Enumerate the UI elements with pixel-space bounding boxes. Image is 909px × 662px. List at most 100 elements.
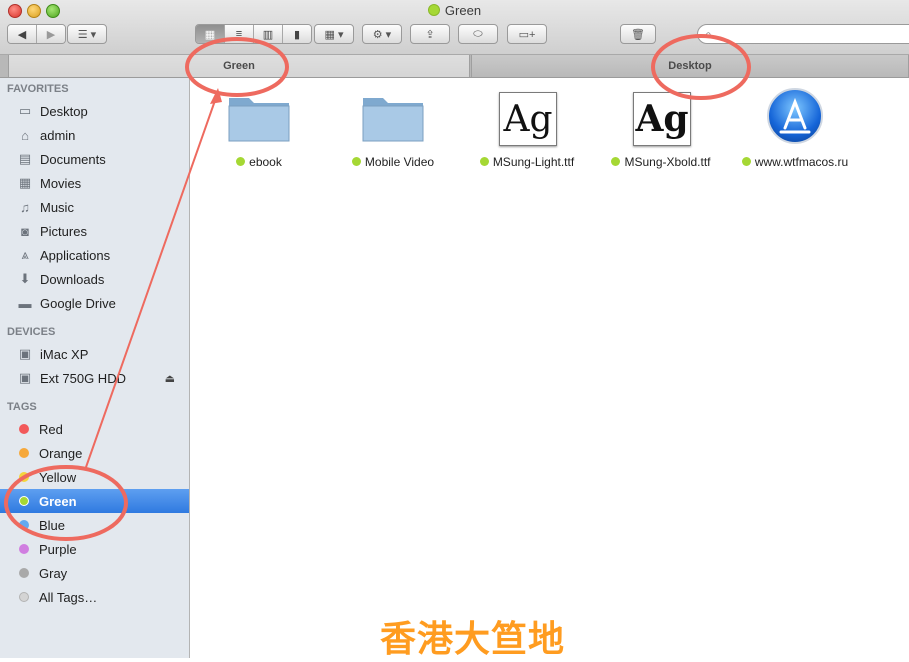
tab-green[interactable]: Green <box>8 55 470 77</box>
tags-header: TAGS <box>7 401 37 413</box>
coverflow-view-button[interactable]: ▮ <box>283 25 311 43</box>
action-button[interactable]: ⚙ ▾ <box>362 24 402 44</box>
file-name: MSung-Light.ttf <box>492 155 575 169</box>
sidebar-item-movies[interactable]: ▦ Movies <box>0 171 189 195</box>
home-icon: ⌂ <box>21 127 29 143</box>
back-forward-control: ◀ ▶ <box>7 24 66 44</box>
sidebar-item-tag-blue[interactable]: Blue <box>0 513 189 537</box>
tab-desktop-label: Desktop <box>668 60 712 72</box>
file-label: Mobile Video <box>328 155 458 169</box>
column-view-button[interactable]: ▥ <box>254 25 283 43</box>
edit-tags-button[interactable]: ⬭ <box>458 24 498 44</box>
sidebar-item-label: iMac XP <box>40 346 89 362</box>
sidebar-item-pictures[interactable]: ◙ Pictures <box>0 219 189 243</box>
sidebar-item-ext-750g-hdd[interactable]: ▣ Ext 750G HDD ⏏ <box>0 366 189 390</box>
sidebar-item-label: Green <box>39 493 77 509</box>
file-name: MSung-Xbold.ttf <box>624 155 711 169</box>
file-item-wtfmacos[interactable]: www.wtfmacos.ru <box>730 88 860 178</box>
window-toolbar: Green ◀ ▶ ☰ ▾ ▦ ≡ ▥ ▮ ▦ ▾ ⚙ ▾ ⇪ ⬭ ▭+ 🗑 ⌕ <box>0 0 909 55</box>
sidebar-item-tag-red[interactable]: Red <box>0 417 189 441</box>
pictures-icon: ◙ <box>21 223 29 239</box>
sidebar-item-all-tags[interactable]: All Tags… <box>0 585 189 609</box>
sidebar-item-tag-orange[interactable]: Orange <box>0 441 189 465</box>
eject-icon[interactable]: ⏏ <box>165 372 175 385</box>
tab-bar: Green Desktop <box>0 55 909 78</box>
sidebar-item-admin[interactable]: ⌂ admin <box>0 123 189 147</box>
downloads-icon: ⬇ <box>19 271 31 286</box>
back-button[interactable]: ◀ <box>8 25 37 43</box>
tag-icon: ⬭ <box>473 27 483 40</box>
file-item-mobile-video[interactable]: Mobile Video <box>328 88 458 178</box>
share-icon: ⇪ <box>425 28 435 41</box>
sidebar-item-tag-purple[interactable]: Purple <box>0 537 189 561</box>
sidebar-item-label: All Tags… <box>39 589 98 605</box>
grid-icon: ▦ <box>204 28 216 41</box>
sidebar-item-applications[interactable]: ⩓ Applications <box>0 243 189 267</box>
sidebar-item-imac-xp[interactable]: ▣ iMac XP <box>0 342 189 366</box>
file-browser-content: ebook Mobile Video Ag MSung-Light.ttf Ag… <box>190 78 909 658</box>
new-folder-button[interactable]: ▭+ <box>507 24 547 44</box>
all-tags-icon <box>19 592 29 602</box>
sidebar-item-tag-gray[interactable]: Gray <box>0 561 189 585</box>
font-file-icon: Ag <box>495 88 559 148</box>
gear-icon: ⚙ ▾ <box>372 28 392 41</box>
list-icon: ≡ <box>235 28 243 40</box>
green-tag-icon <box>427 4 440 16</box>
blue-tag-icon <box>19 520 29 530</box>
sidebar-item-documents[interactable]: ▤ Documents <box>0 147 189 171</box>
icon-view-button[interactable]: ▦ <box>196 25 225 43</box>
file-name: Mobile Video <box>364 155 435 169</box>
file-label: ebook <box>194 155 324 169</box>
columns-icon: ▥ <box>262 28 274 41</box>
font-preview: Ag <box>633 92 691 146</box>
file-label: MSung-Xbold.ttf <box>596 155 726 169</box>
list-menu-icon: ☰ ▾ <box>77 28 97 41</box>
sidebar-item-downloads[interactable]: ⬇ Downloads <box>0 267 189 291</box>
file-label: www.wtfmacos.ru <box>730 155 860 169</box>
app-store-icon <box>763 88 827 148</box>
green-tag-icon <box>741 157 751 166</box>
sidebar-item-label: Pictures <box>40 223 87 239</box>
arrange-menu-button[interactable]: ☰ ▾ <box>67 24 107 44</box>
forward-button[interactable]: ▶ <box>37 25 65 43</box>
sidebar-item-tag-yellow[interactable]: Yellow <box>0 465 189 489</box>
sidebar-item-label: Google Drive <box>40 295 116 311</box>
sidebar-item-label: Gray <box>39 565 68 581</box>
file-name: ebook <box>249 155 282 169</box>
file-label: MSung-Light.ttf <box>462 155 592 169</box>
file-item-msung-light[interactable]: Ag MSung-Light.ttf <box>462 88 592 178</box>
sidebar-item-label: Desktop <box>40 103 88 119</box>
sidebar-item-music[interactable]: ♫ Music <box>0 195 189 219</box>
sidebar-item-label: Movies <box>40 175 82 191</box>
favorites-header: FAVORITES <box>7 83 69 95</box>
list-view-button[interactable]: ≡ <box>225 25 254 43</box>
movies-icon: ▦ <box>18 175 32 190</box>
watermark-text: 香港大笪地 <box>380 619 566 660</box>
green-tag-icon <box>611 157 621 166</box>
sidebar-item-label: Downloads <box>40 271 105 287</box>
forward-arrow-icon: ▶ <box>46 28 56 41</box>
coverflow-icon: ▮ <box>293 28 301 41</box>
devices-header: DEVICES <box>7 326 56 338</box>
search-field[interactable]: ⌕ <box>697 24 909 44</box>
sidebar-item-desktop[interactable]: ▭ Desktop <box>0 99 189 123</box>
sidebar-item-google-drive[interactable]: ▬ Google Drive <box>0 291 189 315</box>
sidebar-item-label: Purple <box>39 541 77 557</box>
share-button[interactable]: ⇪ <box>410 24 450 44</box>
sidebar-item-label: Music <box>40 199 74 215</box>
arrange-grid-icon: ▦ ▾ <box>324 28 344 41</box>
sidebar-item-label: Blue <box>39 517 66 533</box>
red-tag-icon <box>19 424 29 434</box>
trash-icon: 🗑 <box>631 28 645 41</box>
new-folder-icon: ▭+ <box>518 28 536 41</box>
file-item-msung-xbold[interactable]: Ag MSung-Xbold.ttf <box>596 88 726 178</box>
arrange-button[interactable]: ▦ ▾ <box>314 24 354 44</box>
sidebar-item-label: Yellow <box>39 469 77 485</box>
tab-desktop[interactable]: Desktop <box>471 55 909 77</box>
folder-icon <box>361 88 425 148</box>
gray-tag-icon <box>19 568 29 578</box>
sidebar-item-tag-green[interactable]: Green <box>0 489 189 513</box>
window-title: Green <box>0 3 909 18</box>
delete-button[interactable]: 🗑 <box>620 24 656 44</box>
file-item-ebook[interactable]: ebook <box>194 88 324 178</box>
